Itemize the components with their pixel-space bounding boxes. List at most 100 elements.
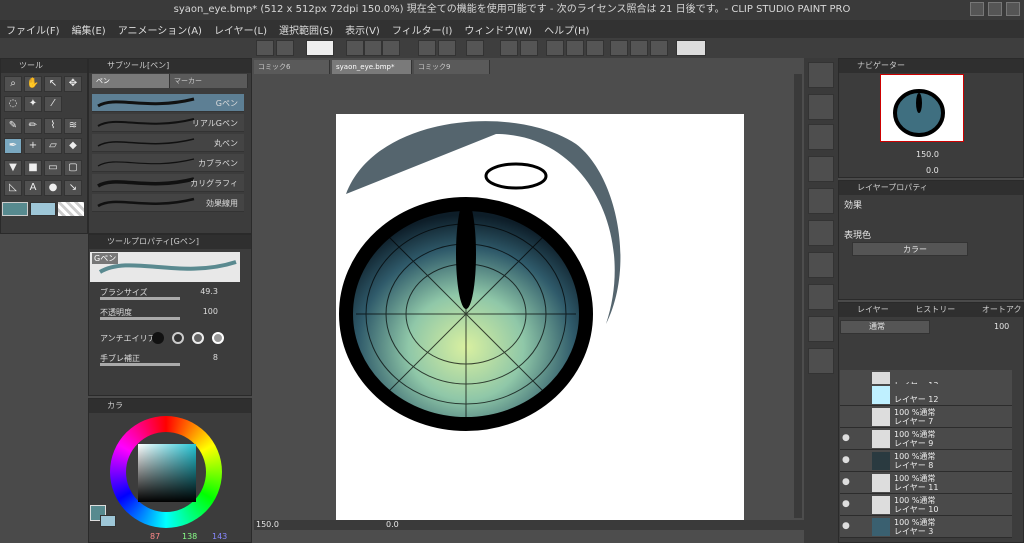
- airbrush-tool-icon[interactable]: ≋: [64, 118, 82, 134]
- move-layer-icon[interactable]: ✥: [64, 76, 82, 92]
- opacity-slider[interactable]: [100, 317, 180, 320]
- person-material-icon[interactable]: [808, 348, 834, 374]
- antialias-none-icon[interactable]: [152, 332, 164, 344]
- fill-icon[interactable]: [500, 40, 518, 56]
- brush-size-slider[interactable]: [100, 297, 180, 300]
- pen-selected-icon[interactable]: ✒: [4, 138, 22, 154]
- menu-view[interactable]: 表示(V): [345, 22, 380, 37]
- close-button[interactable]: [1006, 2, 1020, 16]
- layer-row[interactable]: 100 %通常 レイヤー 7: [840, 406, 1012, 428]
- color-tab[interactable]: カラ: [89, 399, 251, 413]
- menu-window[interactable]: ウィンドウ(W): [464, 22, 532, 37]
- stabilization-row[interactable]: 手ブレ補正 8: [92, 352, 244, 366]
- drawing-canvas[interactable]: [336, 114, 744, 520]
- lock-material-icon[interactable]: [808, 316, 834, 342]
- navigator-angle[interactable]: 0.0: [926, 166, 939, 175]
- search-icon[interactable]: [808, 62, 834, 88]
- balloon-icon[interactable]: ●: [44, 180, 62, 196]
- folder-icon[interactable]: [808, 124, 834, 150]
- maximize-button[interactable]: [988, 2, 1002, 16]
- new-file-icon[interactable]: [276, 40, 294, 56]
- layer-row[interactable]: レイヤー 12: [840, 384, 1012, 406]
- brush-tool-icon[interactable]: ⌇: [44, 118, 62, 134]
- grid-icon[interactable]: [256, 40, 274, 56]
- menu-animation[interactable]: アニメーション(A): [118, 22, 202, 37]
- eraser-icon[interactable]: ▱: [44, 138, 62, 154]
- fill-tool-icon[interactable]: ◆: [64, 138, 82, 154]
- menu-help[interactable]: ヘルプ(H): [544, 22, 589, 37]
- deselect-icon[interactable]: [546, 40, 564, 56]
- pen-tool-icon[interactable]: ✎: [4, 118, 22, 134]
- blend-mode-select[interactable]: 通常: [840, 320, 930, 334]
- brush-real-gpen[interactable]: リアルGペン: [92, 114, 244, 132]
- redo-icon[interactable]: [438, 40, 456, 56]
- eyedropper-icon[interactable]: ⁄: [44, 96, 62, 112]
- pattern-icon[interactable]: [808, 156, 834, 182]
- ruler-snap-icon[interactable]: [610, 40, 628, 56]
- layer-row[interactable]: ● 100 %通常 レイヤー 11: [840, 472, 1012, 494]
- layer-row[interactable]: ● 100 %通常 レイヤー 3: [840, 516, 1012, 538]
- select-all-icon[interactable]: [586, 40, 604, 56]
- canvas-zoom[interactable]: 150.0: [256, 520, 279, 529]
- layer-row[interactable]: ● 100 %通常 レイヤー 8: [840, 450, 1012, 472]
- blend-tool-icon[interactable]: +: [24, 138, 42, 154]
- navigator-zoom[interactable]: 150.0: [916, 150, 939, 159]
- resize-icon[interactable]: [808, 220, 834, 246]
- pencil-tool-icon[interactable]: ✏: [24, 118, 42, 134]
- expression-color-select[interactable]: カラー: [852, 242, 968, 256]
- opacity-row[interactable]: 不透明度 100: [92, 306, 244, 320]
- figure-icon[interactable]: ▭: [44, 160, 62, 176]
- eye-icon[interactable]: ●: [842, 433, 854, 445]
- clear-icon[interactable]: [466, 40, 484, 56]
- image-material-icon[interactable]: [808, 252, 834, 278]
- layer-opacity-value[interactable]: 100: [994, 322, 1009, 331]
- clip-studio-icon[interactable]: [306, 40, 334, 56]
- antialias-weak-icon[interactable]: [172, 332, 184, 344]
- eye-icon[interactable]: ●: [842, 499, 854, 511]
- tab-comic6[interactable]: コミック6: [254, 60, 330, 74]
- tab-comic9[interactable]: コミック9: [414, 60, 490, 74]
- crop-icon[interactable]: [566, 40, 584, 56]
- frame-material-icon[interactable]: [808, 284, 834, 310]
- ruler-icon[interactable]: ◺: [4, 180, 22, 196]
- main-color-chip[interactable]: [2, 202, 28, 216]
- help-icon[interactable]: [676, 40, 706, 56]
- transform-icon[interactable]: [520, 40, 538, 56]
- brush-calligraphy[interactable]: カリグラフィ: [92, 174, 244, 192]
- hand-tool-icon[interactable]: ✋: [24, 76, 42, 92]
- brush-gpen[interactable]: Gペン: [92, 94, 244, 112]
- brush-effect-lines[interactable]: 効果線用: [92, 194, 244, 212]
- sub-color-chip[interactable]: [30, 202, 56, 216]
- canvas-angle[interactable]: 0.0: [386, 520, 399, 529]
- material-icon[interactable]: [808, 94, 834, 120]
- eye-icon[interactable]: ●: [842, 521, 854, 533]
- layer-row[interactable]: ● 100 %通常 レイヤー 9: [840, 428, 1012, 450]
- canvas-vscroll[interactable]: [794, 74, 802, 518]
- menu-selection[interactable]: 選択範囲(S): [279, 22, 333, 37]
- save-icon[interactable]: [382, 40, 400, 56]
- layer-row[interactable]: ● 100 %通常 レイヤー 10: [840, 494, 1012, 516]
- bucket-icon[interactable]: ▼: [4, 160, 22, 176]
- undo-icon[interactable]: [418, 40, 436, 56]
- tab-layer[interactable]: レイヤー: [857, 305, 889, 314]
- new-canvas-icon[interactable]: [346, 40, 364, 56]
- lasso-icon[interactable]: ◌: [4, 96, 22, 112]
- tab-pen[interactable]: ペン: [92, 74, 170, 88]
- text-tool-icon[interactable]: A: [24, 180, 42, 196]
- antialias-strong-icon[interactable]: [212, 332, 224, 344]
- transparent-chip[interactable]: [58, 202, 84, 216]
- menu-edit[interactable]: 編集(E): [72, 22, 106, 37]
- open-icon[interactable]: [364, 40, 382, 56]
- grid-material-icon[interactable]: [808, 188, 834, 214]
- special-ruler-snap-icon[interactable]: [630, 40, 648, 56]
- gradient-icon[interactable]: ■: [24, 160, 42, 176]
- grid-snap-icon[interactable]: [650, 40, 668, 56]
- operation-tool-icon[interactable]: ↖: [44, 76, 62, 92]
- tab-history[interactable]: ヒストリー: [915, 305, 955, 314]
- antialias-mid-icon[interactable]: [192, 332, 204, 344]
- brush-round-pen[interactable]: 丸ペン: [92, 134, 244, 152]
- sub-color-swatch[interactable]: [100, 515, 116, 527]
- frame-icon[interactable]: ▢: [64, 160, 82, 176]
- menu-file[interactable]: ファイル(F): [6, 22, 60, 37]
- brush-size-row[interactable]: ブラシサイズ 49.3: [92, 286, 244, 300]
